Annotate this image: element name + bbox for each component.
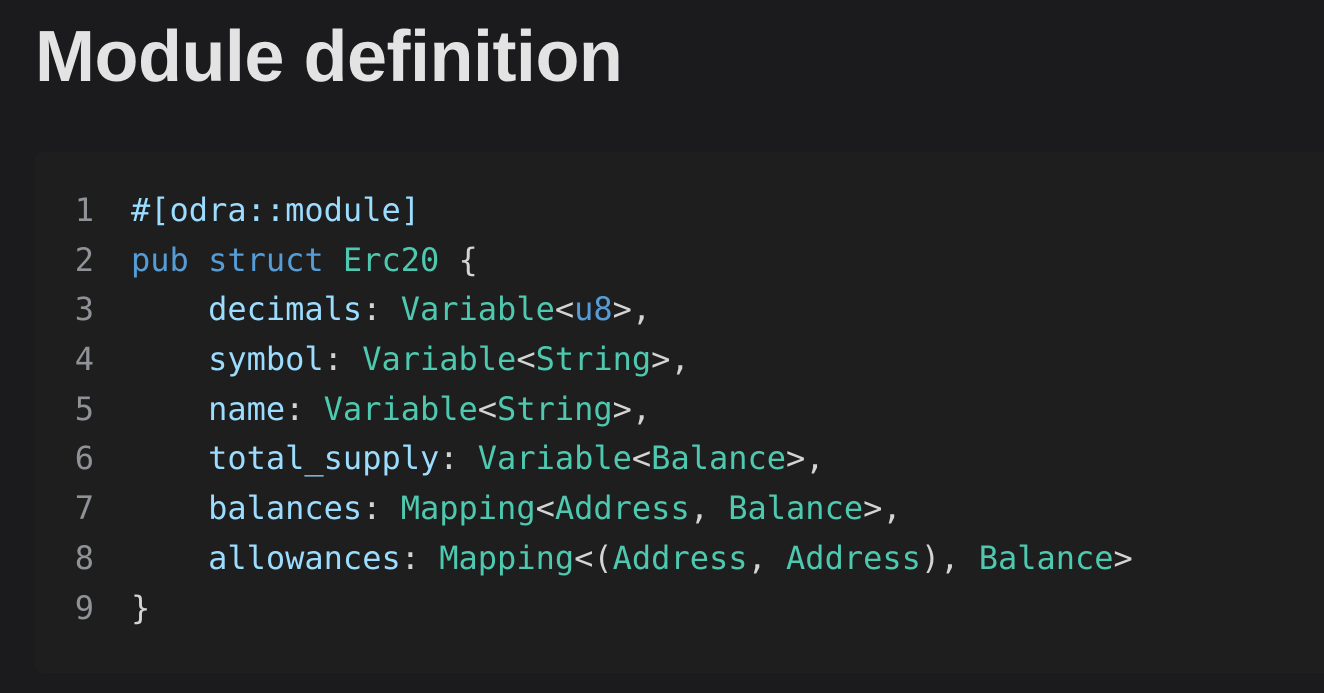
code-token: } xyxy=(131,588,151,627)
code-token: Mapping xyxy=(439,538,575,577)
line-number: 4 xyxy=(74,340,94,379)
code-token: String xyxy=(535,340,652,379)
code-token: balances xyxy=(208,489,363,528)
code-token: Balance xyxy=(978,538,1114,577)
code-token: < xyxy=(516,340,536,379)
line-code: } xyxy=(131,584,150,634)
code-token: { xyxy=(439,240,478,279)
code-token: struct xyxy=(208,240,324,279)
code-token: < xyxy=(554,290,575,329)
line-code: allowances: Mapping<(Address, Address), … xyxy=(131,534,1133,584)
line-code: balances: Mapping<Address, Balance>, xyxy=(131,484,902,534)
code-token: < xyxy=(477,389,498,428)
code-token: symbol xyxy=(208,340,324,379)
line-code: #[odra::module] xyxy=(131,186,420,236)
code-token: String xyxy=(497,389,613,428)
code-token: Address xyxy=(554,489,690,528)
code-token: decimals xyxy=(208,290,363,329)
line-code: symbol: Variable<String>, xyxy=(131,335,690,385)
line-code: pub struct Erc20 { xyxy=(131,236,478,286)
line-number: 1 xyxy=(74,191,94,229)
code-token: >, xyxy=(612,389,652,428)
code-token: name xyxy=(208,389,286,428)
line-number: 6 xyxy=(74,439,94,478)
line-code: decimals: Variable<u8>, xyxy=(131,285,651,335)
code-token: #[odra::module] xyxy=(131,191,420,229)
line-number: 5 xyxy=(74,389,94,428)
code-token: >, xyxy=(863,489,902,528)
code-token: : xyxy=(362,290,401,329)
code-token: Address xyxy=(612,538,748,577)
code-token: allowances xyxy=(208,538,401,577)
line-number: 9 xyxy=(74,588,94,627)
code-token: : xyxy=(285,389,324,428)
code-token: : xyxy=(362,489,401,528)
code-token: Mapping xyxy=(400,489,536,528)
code-token: Variable xyxy=(400,290,555,329)
code-token: total_supply xyxy=(208,439,440,478)
line-code: total_supply: Variable<Balance>, xyxy=(131,434,825,484)
line-number: 2 xyxy=(74,240,94,279)
code-token: >, xyxy=(651,340,690,379)
code-token: >, xyxy=(612,290,652,329)
code-token: <( xyxy=(574,538,613,577)
code-token: : xyxy=(323,340,363,379)
code-token: : xyxy=(439,439,478,478)
code-token: , xyxy=(747,538,787,577)
code-token: ), xyxy=(920,538,979,577)
code-token: , xyxy=(689,489,729,528)
code-token: Balance xyxy=(651,439,787,478)
code-token: >, xyxy=(786,439,825,478)
line-number: 7 xyxy=(74,489,94,528)
code-token: Variable xyxy=(323,389,478,428)
code-token: < xyxy=(535,489,555,528)
code-token: Balance xyxy=(728,489,864,528)
page-title: Module definition xyxy=(35,17,623,97)
code-token: : xyxy=(400,538,440,577)
code-token: > xyxy=(1113,538,1133,577)
line-code: name: Variable<String>, xyxy=(131,385,651,435)
code-token: Erc20 xyxy=(342,240,440,279)
code-token: Variable xyxy=(477,439,632,478)
code-token: u8 xyxy=(574,290,613,329)
code-token: Variable xyxy=(362,340,517,379)
line-number: 3 xyxy=(74,290,94,329)
code-token: Address xyxy=(786,538,921,577)
line-number: 8 xyxy=(74,538,94,577)
code-token: < xyxy=(631,439,652,478)
code-token: pub xyxy=(131,240,189,279)
